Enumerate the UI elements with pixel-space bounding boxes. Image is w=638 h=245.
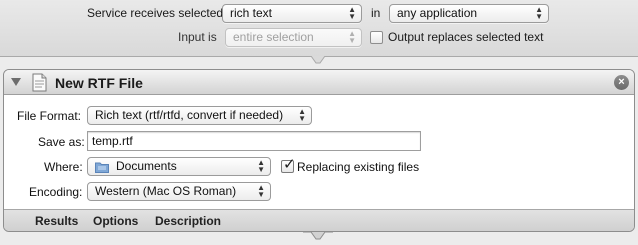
input-type-popup[interactable]: rich text ▲ ▼ bbox=[222, 4, 362, 23]
action-settings: File Format: Rich text (rtf/rtfd, conver… bbox=[4, 95, 634, 209]
replacing-files-checkbox[interactable]: ✓ bbox=[281, 156, 296, 173]
updown-arrows-icon: ▲ ▼ bbox=[257, 183, 265, 199]
close-action-icon[interactable]: × bbox=[614, 75, 629, 90]
updown-arrows-icon: ▲ ▼ bbox=[298, 107, 306, 123]
updown-arrows-icon: ▲ ▼ bbox=[348, 29, 356, 45]
disclosure-triangle-icon[interactable] bbox=[11, 78, 21, 86]
folder-icon bbox=[95, 162, 109, 173]
tab-results[interactable]: Results bbox=[35, 214, 78, 228]
action-title-bar: New RTF File × bbox=[4, 70, 634, 95]
action-title: New RTF File bbox=[55, 75, 143, 91]
where-popup[interactable]: Documents ▲ ▼ bbox=[87, 157, 271, 176]
input-is-label: Input is bbox=[178, 30, 217, 44]
new-rtf-file-action: New RTF File × File Format: Rich text (r… bbox=[3, 69, 635, 232]
service-receives-label: Service receives selected bbox=[87, 6, 224, 20]
where-label: Where: bbox=[44, 160, 83, 174]
file-format-popup[interactable]: Rich text (rtf/rtfd, convert if needed) … bbox=[87, 106, 312, 125]
input-is-value: entire selection bbox=[233, 30, 314, 44]
input-type-value: rich text bbox=[230, 6, 273, 20]
updown-arrows-icon: ▲ ▼ bbox=[257, 158, 265, 174]
encoding-value: Western (Mac OS Roman) bbox=[95, 184, 237, 198]
where-value: Documents bbox=[116, 159, 177, 173]
service-input-bar: Service receives selected rich text ▲ ▼ i… bbox=[0, 0, 638, 57]
tab-description[interactable]: Description bbox=[155, 214, 221, 228]
application-value: any application bbox=[397, 6, 478, 20]
output-replaces-label: Output replaces selected text bbox=[388, 30, 544, 44]
output-replaces-checkbox[interactable] bbox=[370, 31, 383, 44]
save-as-field[interactable]: temp.rtf bbox=[87, 131, 421, 151]
updown-arrows-icon: ▲ ▼ bbox=[535, 5, 543, 21]
input-is-popup[interactable]: entire selection ▲ ▼ bbox=[225, 28, 362, 47]
updown-arrows-icon: ▲ ▼ bbox=[348, 5, 356, 21]
save-as-label: Save as: bbox=[38, 135, 85, 149]
in-label: in bbox=[371, 6, 381, 20]
connector-notch bbox=[303, 56, 333, 64]
action-tab-bar: Results Options Description bbox=[4, 209, 634, 231]
checkmark-icon: ✓ bbox=[283, 156, 296, 173]
file-format-label: File Format: bbox=[17, 109, 82, 123]
document-icon bbox=[32, 73, 47, 92]
replacing-files-label: Replacing existing files bbox=[297, 160, 420, 174]
encoding-popup[interactable]: Western (Mac OS Roman) ▲ ▼ bbox=[87, 182, 271, 201]
file-format-value: Rich text (rtf/rtfd, convert if needed) bbox=[95, 108, 284, 122]
tab-options[interactable]: Options bbox=[93, 214, 138, 228]
connector-notch bbox=[303, 231, 333, 240]
application-popup[interactable]: any application ▲ ▼ bbox=[389, 4, 549, 23]
encoding-label: Encoding: bbox=[29, 185, 83, 199]
